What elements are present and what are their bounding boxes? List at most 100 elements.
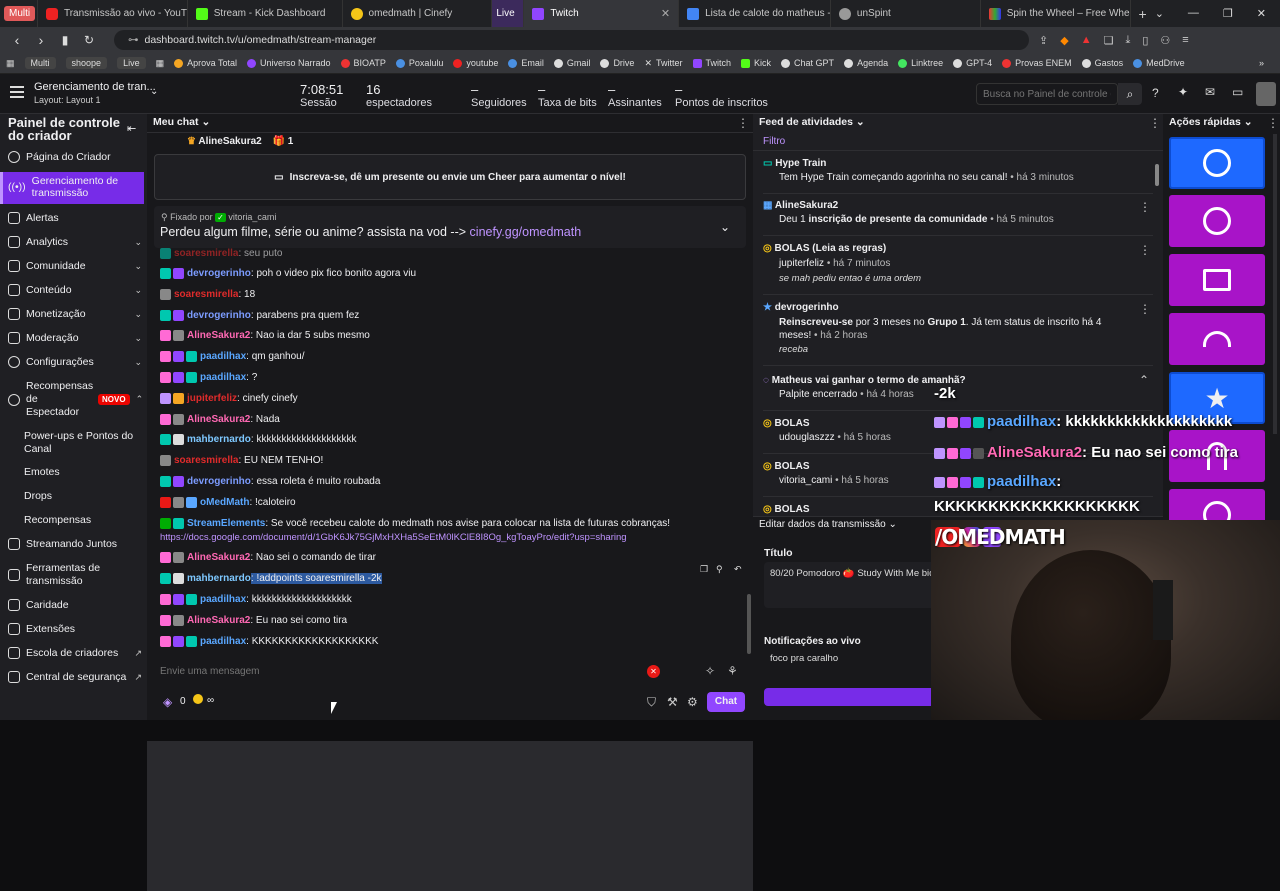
chat-username[interactable]: mahbernardo bbox=[187, 434, 251, 445]
quick-action-prediction[interactable] bbox=[1169, 313, 1265, 365]
back-icon[interactable]: ‹ bbox=[10, 32, 24, 48]
chat-message[interactable]: soaresmirella: seu puto bbox=[160, 248, 282, 259]
close-tab-icon[interactable]: ✕ bbox=[661, 7, 670, 20]
chat-username[interactable]: devrogerinho bbox=[187, 310, 251, 321]
expand-pinned-icon[interactable]: ⌄ bbox=[720, 220, 730, 234]
tab-search-icon[interactable]: ⌄ bbox=[1155, 7, 1164, 20]
sidebar-item-alerts[interactable]: Alertas bbox=[8, 212, 142, 224]
sidebar-item-stream-together[interactable]: Streamando Juntos bbox=[8, 538, 142, 550]
close-window-icon[interactable]: ✕ bbox=[1257, 7, 1266, 20]
chat-message[interactable]: devrogerinho: essa roleta é muito roubad… bbox=[160, 476, 380, 487]
chat-username[interactable]: AlineSakura2 bbox=[187, 414, 250, 425]
bookmark-agenda[interactable]: Agenda bbox=[844, 58, 888, 68]
bookmark-drive[interactable]: Drive bbox=[600, 58, 634, 68]
send-chat-button[interactable]: Chat bbox=[707, 692, 745, 712]
chat-message[interactable]: AlineSakura2: Nada bbox=[160, 414, 280, 425]
chat-input[interactable] bbox=[154, 657, 664, 685]
bookmark-poxalulu[interactable]: Poxalulu bbox=[395, 58, 443, 68]
site-info-icon[interactable]: ⊶ bbox=[128, 34, 139, 46]
hype-train-banner[interactable]: ▭ Inscreva-se, dê um presente ou envie um… bbox=[154, 154, 746, 200]
tab-kick[interactable]: Stream - Kick Dashboard bbox=[188, 0, 343, 27]
sidebar-item-charity[interactable]: Caridade bbox=[8, 599, 142, 611]
pin-icon[interactable]: ⚲ bbox=[716, 564, 723, 575]
bookmark-kick[interactable]: Kick bbox=[741, 58, 771, 68]
chat-message[interactable]: AlineSakura2: Nao ia dar 5 subs mesmo bbox=[160, 330, 370, 341]
chat-message[interactable]: soaresmirella: EU NEM TENHO! bbox=[160, 455, 323, 466]
tab-docs[interactable]: Lista de calote do matheus - Goo bbox=[679, 0, 831, 27]
bookmark-shoope[interactable]: shoope bbox=[65, 57, 108, 69]
chat-message[interactable]: StreamElements: Se você recebeu calote d… bbox=[160, 518, 670, 529]
chat-message[interactable]: AlineSakura2: Nao sei o comando de tirar bbox=[160, 552, 376, 563]
bookmark-gastos[interactable]: Gastos bbox=[1081, 58, 1123, 68]
tab-live[interactable]: Live bbox=[492, 0, 525, 27]
feed-item-more-icon[interactable]: ⋮ bbox=[1139, 200, 1151, 214]
chat-message[interactable]: paadilhax: kkkkkkkkkkkkkkkkkkkk bbox=[160, 594, 352, 605]
chat-username[interactable]: devrogerinho bbox=[187, 476, 251, 487]
bookmark-live[interactable]: Live bbox=[117, 57, 146, 69]
search-icon[interactable]: ⌕ bbox=[1118, 83, 1142, 105]
bookmark-enem[interactable]: Provas ENEM bbox=[1002, 58, 1072, 68]
chat-username[interactable]: paadilhax bbox=[200, 636, 246, 647]
sidebar-item-settings[interactable]: Configurações ⌄ bbox=[8, 356, 142, 368]
edit-header[interactable]: Editar dados da transmissão ⌄ bbox=[759, 519, 897, 530]
reply-icon[interactable]: ↶ bbox=[734, 564, 742, 575]
chat-username[interactable]: paadilhax bbox=[200, 372, 246, 383]
bookmark-multi[interactable]: Multi bbox=[24, 57, 56, 69]
bookmark-youtube[interactable]: youtube bbox=[453, 58, 498, 68]
bookmark-universo[interactable]: Universo Narrado bbox=[246, 58, 331, 68]
chat-header[interactable]: Meu chat ⌄ bbox=[153, 116, 210, 128]
sidebar-item-stream-manager[interactable]: ((•)) Gerenciamento de transmissão bbox=[8, 175, 142, 199]
chat-message[interactable]: mahbernardo: !addpoints soaresmirella -2… bbox=[160, 573, 382, 585]
tab-youtube[interactable]: Transmissão ao vivo - YouTube St bbox=[38, 0, 188, 27]
tab-multi[interactable]: Multi bbox=[0, 0, 38, 27]
bookmark-twitter[interactable]: ✕ Twitter bbox=[644, 58, 682, 69]
quick-actions-scrollbar[interactable] bbox=[1273, 134, 1277, 434]
chat-username[interactable]: StreamElements bbox=[187, 518, 265, 529]
tools-icon[interactable]: ⚒ bbox=[667, 695, 678, 709]
quick-actions-more-icon[interactable]: ⋮ bbox=[1267, 116, 1279, 130]
chat-message[interactable]: oMedMath: !caloteiro bbox=[160, 497, 296, 508]
tab-twitch[interactable]: Twitch ✕ bbox=[524, 0, 680, 27]
chat-username[interactable]: paadilhax bbox=[200, 351, 246, 362]
magic-icon[interactable]: ✦ bbox=[1178, 85, 1188, 99]
help-icon[interactable]: ? bbox=[1152, 86, 1159, 100]
chat-message[interactable]: AlineSakura2: Eu nao sei como tira bbox=[160, 615, 347, 626]
new-tab-icon[interactable]: + bbox=[1131, 6, 1155, 22]
sidebar-item-monetization[interactable]: Monetização ⌄ bbox=[8, 308, 142, 320]
chat-username[interactable]: mahbernardo bbox=[187, 573, 251, 584]
chat-message[interactable]: devrogerinho: parabens pra quem fez bbox=[160, 310, 359, 321]
minimize-icon[interactable]: — bbox=[1188, 7, 1199, 20]
feed-filter-button[interactable]: Filtro bbox=[763, 136, 785, 147]
sidebar-item-content[interactable]: Conteúdo ⌄ bbox=[8, 284, 142, 296]
shield-icon[interactable]: ⛉ bbox=[647, 695, 656, 710]
sidebar-subitem-channel-points[interactable]: Power-ups e Pontos do Canal bbox=[24, 430, 134, 456]
chat-scrollbar[interactable] bbox=[747, 594, 751, 654]
tab-cinefy[interactable]: omedmath | Cinefy bbox=[343, 0, 493, 27]
gear-icon[interactable]: ⚙ bbox=[687, 695, 698, 709]
chat-username[interactable]: AlineSakura2 bbox=[187, 615, 250, 626]
collapse-sidebar-icon[interactable]: ⇤ bbox=[127, 122, 136, 135]
menu-icon[interactable]: ≡ bbox=[1182, 34, 1188, 47]
feed-more-icon[interactable]: ⋮ bbox=[1149, 116, 1161, 130]
sidebar-subitem-rewards[interactable]: Recompensas bbox=[24, 514, 91, 526]
bookmark-gmail[interactable]: Gmail bbox=[553, 58, 590, 68]
chat-message[interactable]: soaresmirella: 18 bbox=[160, 289, 255, 300]
profile-icon[interactable]: ⚇ bbox=[1160, 34, 1170, 47]
tab-wheel[interactable]: Spin the Wheel – Free Wheel Spin bbox=[981, 0, 1131, 27]
sidebar-item-community[interactable]: Comunidade ⌄ bbox=[8, 260, 142, 272]
reload-icon[interactable]: ↻ bbox=[82, 33, 96, 47]
sidebar-icon[interactable]: ▯ bbox=[1142, 34, 1148, 47]
sidebar-item-analytics[interactable]: Analytics ⌄ bbox=[8, 236, 142, 248]
quick-actions-header[interactable]: Ações rápidas ⌄ bbox=[1169, 116, 1253, 128]
bookmark-icon[interactable]: ▮ bbox=[58, 33, 72, 47]
download-icon[interactable]: ⤓ bbox=[1125, 34, 1130, 47]
pinned-link[interactable]: cinefy.gg/omedmath bbox=[470, 225, 582, 239]
bookmark-aprova[interactable]: Aprova Total bbox=[174, 58, 237, 68]
more-bookmarks-icon[interactable]: » bbox=[1259, 58, 1280, 68]
copy-icon[interactable]: ❐ bbox=[700, 564, 708, 575]
feed-header[interactable]: Feed de atividades ⌄ bbox=[759, 116, 865, 128]
sidebar-item-safety[interactable]: Central de segurança ↗ bbox=[8, 671, 142, 683]
bookmark-bioatp[interactable]: BIOATP bbox=[340, 58, 386, 68]
feed-scrollbar[interactable] bbox=[1155, 164, 1159, 186]
chat-username[interactable]: soaresmirella bbox=[174, 455, 239, 466]
